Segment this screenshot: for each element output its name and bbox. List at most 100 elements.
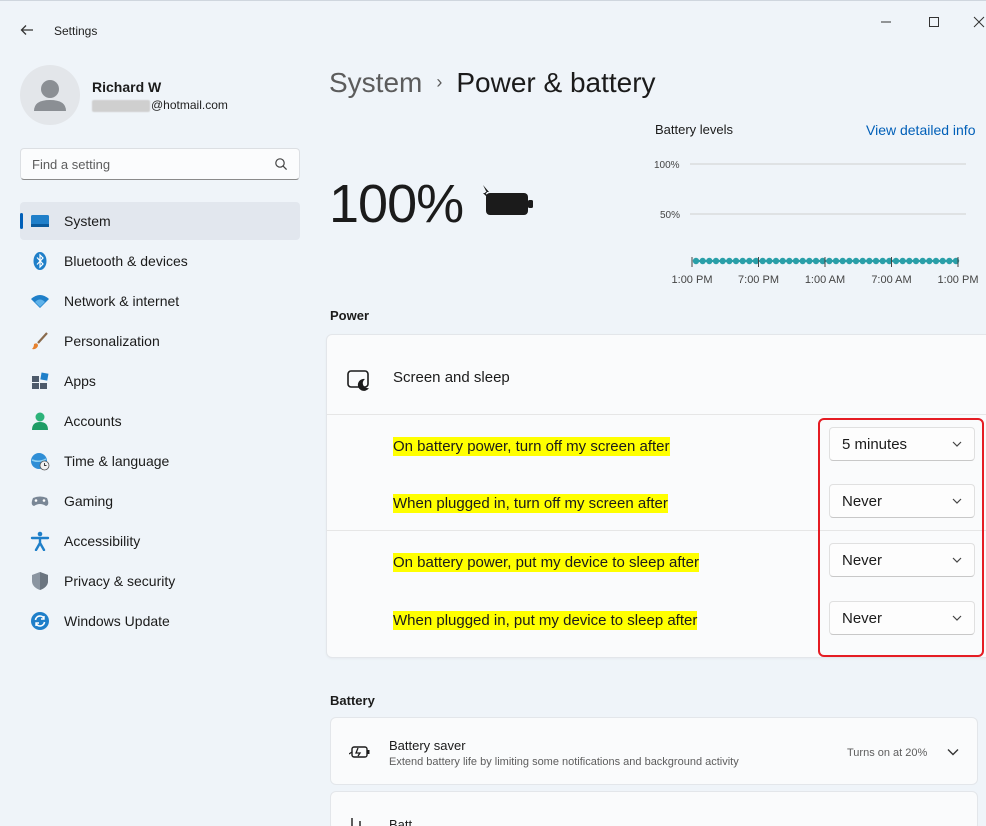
battery-level-dot	[726, 257, 733, 265]
battery-level-dot	[719, 257, 726, 265]
battery-level-dot	[839, 257, 846, 265]
setting-row-battery-sleep: On battery power, put my device to sleep…	[327, 533, 986, 591]
accessibility-icon	[30, 531, 50, 551]
x-tick-label: 1:00 AM	[805, 274, 845, 286]
sidebar-item-apps[interactable]: Apps	[20, 362, 300, 400]
screen-sleep-icon	[347, 370, 369, 391]
sidebar-item-personalization[interactable]: Personalization	[20, 322, 300, 360]
battery-level-dot	[792, 257, 800, 265]
battery-level-dots	[692, 257, 960, 265]
battery-level-dot	[832, 257, 840, 265]
sidebar-item-accessibility[interactable]: Accessibility	[20, 522, 300, 560]
chevron-down-icon	[952, 557, 962, 563]
battery-level-dot	[939, 257, 946, 265]
page-title: Power & battery	[456, 67, 656, 98]
sidebar-item-privacy[interactable]: Privacy & security	[20, 562, 300, 600]
row-divider	[327, 530, 986, 531]
battery-level-dot	[759, 257, 766, 265]
battery-level-dot	[786, 257, 793, 265]
user-email: @hotmail.com	[92, 98, 228, 112]
wifi-icon	[31, 295, 49, 308]
battery-level-dot	[806, 257, 813, 265]
view-detailed-info-link[interactable]: View detailed info	[866, 122, 975, 138]
back-arrow-icon	[20, 25, 33, 35]
user-profile[interactable]: Richard W @hotmail.com	[20, 65, 300, 125]
dropdown-value: 5 minutes	[842, 436, 908, 453]
sidebar-item-windows-update[interactable]: Windows Update	[20, 602, 300, 640]
maximize-icon	[929, 17, 939, 27]
setting-row-plugged-screen: When plugged in, turn off my screen afte…	[327, 474, 986, 532]
sidebar-item-label: Privacy & security	[64, 573, 176, 589]
setting-label: When plugged in, put my device to sleep …	[393, 611, 698, 630]
chevron-down-icon[interactable]	[947, 748, 959, 756]
sidebar-item-gaming[interactable]: Gaming	[20, 482, 300, 520]
search-icon	[275, 158, 288, 171]
battery-level-dot	[692, 257, 700, 265]
person-icon	[32, 412, 48, 430]
setting-label: When plugged in, turn off my screen afte…	[393, 494, 668, 513]
maximize-button[interactable]	[921, 13, 947, 33]
battery-saver-icon	[349, 746, 370, 758]
sidebar-item-bluetooth[interactable]: Bluetooth & devices	[20, 242, 300, 280]
battery-level-dot	[772, 257, 780, 265]
globe-clock-icon	[31, 453, 50, 471]
battery-charging-icon	[483, 185, 533, 215]
sidebar-item-label: Bluetooth & devices	[64, 253, 188, 269]
chevron-down-icon	[952, 441, 962, 447]
back-button[interactable]	[16, 19, 38, 41]
battery-level-dot	[926, 257, 933, 265]
sidebar-item-label: Network & internet	[64, 293, 180, 309]
close-icon	[973, 16, 985, 28]
person-avatar-icon	[34, 80, 66, 111]
search-placeholder: Find a setting	[32, 157, 111, 172]
power-section-label: Power	[330, 308, 370, 323]
close-button[interactable]	[966, 13, 986, 33]
breadcrumb-parent[interactable]: System	[329, 67, 422, 98]
battery-level-dot	[746, 257, 753, 265]
shield-icon	[32, 572, 48, 590]
battery-usage-icon	[351, 818, 361, 826]
screen-sleep-header[interactable]: Screen and sleep	[327, 335, 986, 415]
active-indicator	[20, 213, 23, 229]
bluetooth-icon	[33, 252, 47, 270]
plugged-sleep-timeout-dropdown[interactable]: Never	[829, 601, 975, 635]
sidebar-nav: System Bluetooth & devices Network & int…	[20, 202, 300, 642]
setting-row-battery-screen: On battery power, turn off my screen aft…	[327, 417, 986, 475]
battery-saver-title: Battery saver	[389, 738, 466, 753]
sidebar-item-network[interactable]: Network & internet	[20, 282, 300, 320]
battery-usage-title: Batt	[389, 817, 413, 826]
sidebar-item-time-language[interactable]: Time & language	[20, 442, 300, 480]
sidebar-item-system[interactable]: System	[20, 202, 300, 240]
battery-level-dot	[946, 257, 953, 265]
x-tick-label: 7:00 AM	[871, 274, 911, 286]
battery-sleep-timeout-dropdown[interactable]: Never	[829, 543, 975, 577]
redacted-email-prefix	[92, 99, 150, 112]
sidebar-item-label: Personalization	[64, 333, 160, 349]
screen-sleep-title: Screen and sleep	[393, 369, 510, 386]
setting-label: On battery power, turn off my screen aft…	[393, 437, 670, 456]
battery-level-dot	[739, 257, 746, 265]
battery-level-dot	[852, 257, 860, 265]
sidebar-item-accounts[interactable]: Accounts	[20, 402, 300, 440]
email-domain: @hotmail.com	[151, 98, 228, 112]
sidebar-item-label: Accounts	[64, 413, 122, 429]
battery-level-dot	[906, 257, 913, 265]
battery-level-dot	[899, 257, 906, 265]
setting-row-plugged-sleep: When plugged in, put my device to sleep …	[327, 591, 986, 649]
minimize-button[interactable]	[873, 13, 899, 33]
sidebar-item-label: Time & language	[64, 453, 170, 469]
battery-screen-timeout-dropdown[interactable]: 5 minutes	[829, 427, 975, 461]
breadcrumb: System › Power & battery	[329, 67, 656, 99]
plugged-screen-timeout-dropdown[interactable]: Never	[829, 484, 975, 518]
search-input[interactable]: Find a setting	[20, 148, 300, 180]
battery-level-dot	[846, 257, 853, 265]
dropdown-value: Never	[842, 552, 883, 569]
settings-window: Settings Richard W @hotmail.com Find a s…	[0, 0, 986, 826]
battery-usage-card[interactable]: Batt	[330, 791, 978, 826]
title-bar: Settings	[0, 1, 986, 45]
avatar	[20, 65, 80, 125]
app-title: Settings	[54, 24, 98, 38]
y-tick-label: 50%	[660, 210, 680, 221]
chevron-down-icon	[952, 615, 962, 621]
battery-saver-card[interactable]: Battery saver Extend battery life by lim…	[330, 717, 978, 785]
